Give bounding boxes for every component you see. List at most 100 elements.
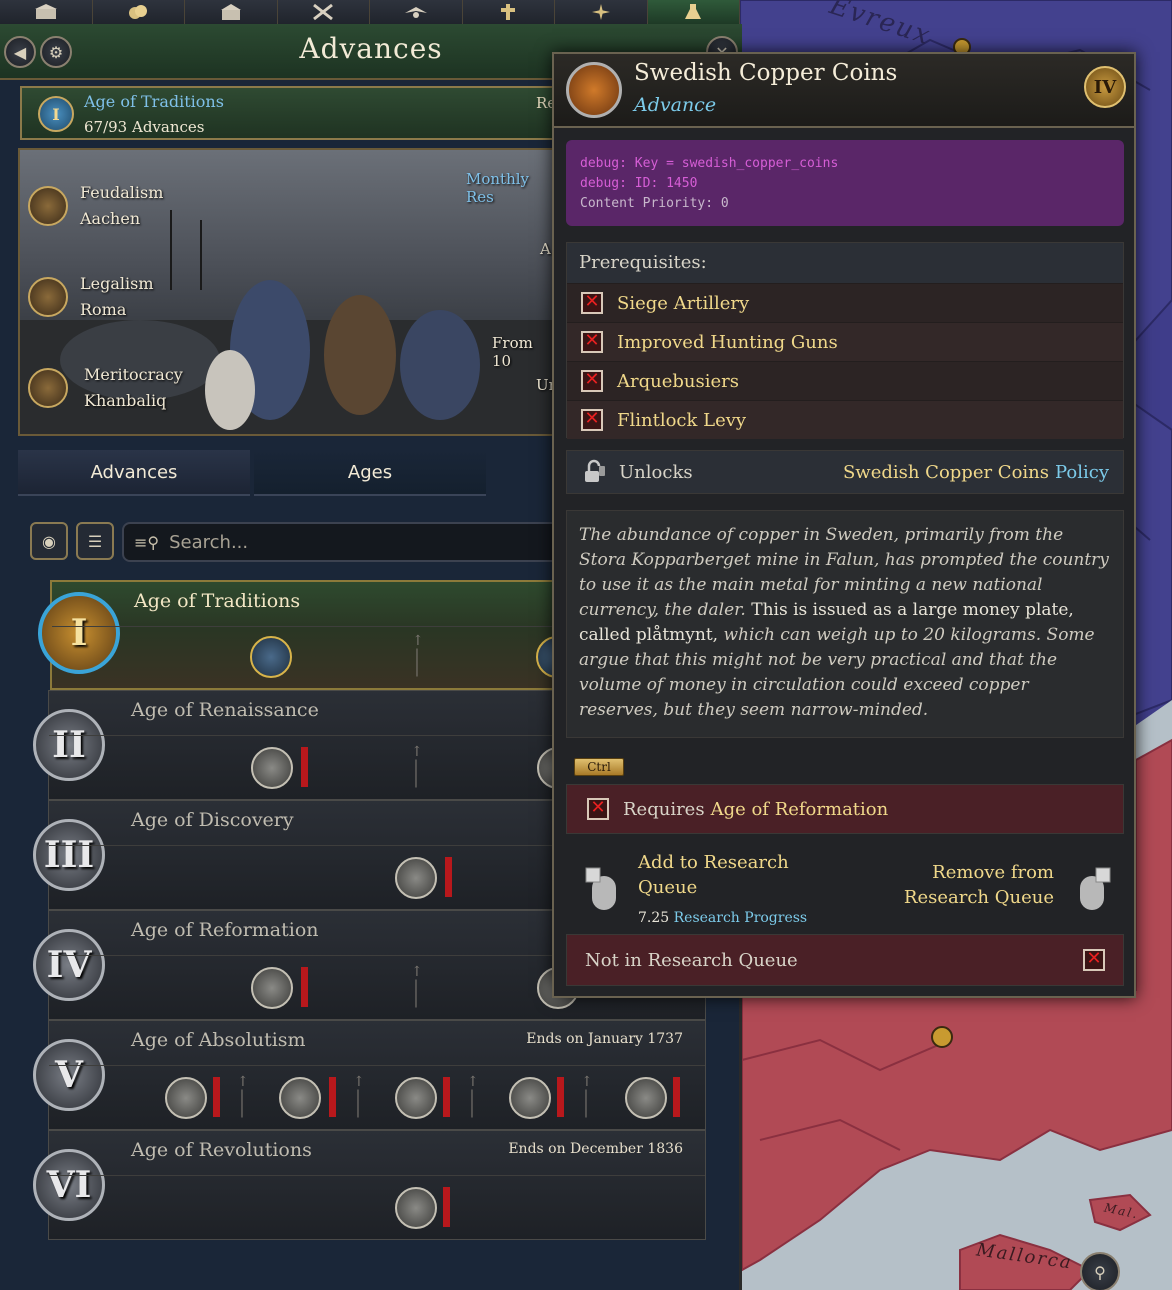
prerequisite-item[interactable]: ✕ Flintlock Levy — [567, 400, 1123, 439]
prerequisite-item[interactable]: ✕ Arquebusiers — [567, 361, 1123, 400]
age-medal-icon: V — [33, 1039, 105, 1111]
queue-actions: Add to Research Queue 7.25 Research Prog… — [566, 844, 1124, 934]
current-age-name: Age of Traditions — [84, 92, 224, 111]
tab-diplomacy[interactable] — [370, 0, 463, 24]
row-divider — [49, 1175, 705, 1176]
top-tab-bar — [0, 0, 740, 24]
advance-description: The abundance of copper in Sweden, prima… — [566, 510, 1124, 738]
advance-icon[interactable] — [395, 857, 437, 899]
age-title: Age of Reformation — [131, 919, 319, 941]
feudalism-icon — [28, 186, 68, 226]
government-reform-feudalism[interactable]: Feudalism Aachen — [28, 180, 163, 232]
tab-ages[interactable]: Ages — [254, 450, 486, 496]
locked-indicator — [301, 967, 308, 1007]
advance-icon[interactable] — [509, 1077, 551, 1119]
tab-government[interactable] — [0, 0, 93, 24]
right-click-mouse-icon — [1080, 867, 1111, 910]
government-reform-legalism[interactable]: Legalism Roma — [28, 271, 154, 323]
unmet-x-icon: ✕ — [587, 798, 609, 820]
age-end-date: Ends on December 1836 — [508, 1141, 683, 1157]
queue-status-row: Not in Research Queue ✕ — [566, 934, 1124, 986]
compass-icon — [591, 4, 610, 20]
locked-indicator — [443, 1077, 450, 1117]
unmet-x-icon: ✕ — [581, 331, 603, 353]
age-row-revolutions[interactable]: VI Age of Revolutions Ends on December 1… — [33, 1130, 706, 1240]
advance-icon[interactable] — [250, 636, 292, 678]
gov-name: Legalism — [80, 274, 154, 293]
advance-icon[interactable] — [395, 1077, 437, 1119]
prerequisite-label: Arquebusiers — [617, 370, 739, 392]
tab-religion[interactable] — [462, 0, 555, 24]
gov-name: Feudalism — [80, 183, 164, 202]
prerequisites-section: Prerequisites: ✕ Siege Artillery ✕ Impro… — [566, 242, 1124, 439]
advance-icon[interactable] — [251, 967, 293, 1009]
list-icon: ☰ — [87, 531, 103, 551]
requires-row: ✕ Requires Age of Reformation — [566, 784, 1124, 834]
advance-icon[interactable] — [279, 1077, 321, 1119]
tab-economy[interactable] — [92, 0, 185, 24]
advance-icon[interactable] — [165, 1077, 207, 1119]
tooltip-subtitle: Advance — [634, 94, 717, 116]
left-click-mouse-icon — [585, 867, 616, 910]
locked-indicator — [445, 857, 452, 897]
prerequisite-item[interactable]: ✕ Siege Artillery — [567, 283, 1123, 322]
gov-capital: Aachen — [80, 209, 141, 228]
gov-capital: Roma — [80, 300, 127, 319]
prerequisite-label: Improved Hunting Guns — [617, 331, 838, 353]
religion-icon — [501, 4, 516, 20]
tab-military[interactable] — [277, 0, 370, 24]
search-field[interactable]: ≡⚲ — [122, 522, 562, 562]
tab-estates[interactable] — [185, 0, 278, 24]
age-row-absolutism[interactable]: V Age of Absolutism Ends on January 1737… — [33, 1020, 706, 1130]
age-title: Age of Revolutions — [131, 1139, 312, 1161]
unlocks-value: Swedish Copper Coins — [842, 461, 1050, 483]
filter-icon: ◉ — [42, 531, 56, 551]
connector-arrow-icon: ↑ | | — [237, 1074, 249, 1118]
age-badge-icon: I — [38, 96, 74, 132]
copper-coins-icon — [566, 62, 622, 118]
connector-arrow-icon: ↑ | | — [411, 744, 423, 788]
unlock-padlock-icon — [585, 459, 605, 482]
description-text: plåtmynt, — [635, 625, 719, 645]
government-building-icon — [34, 4, 57, 19]
tab-advances-list[interactable]: Advances — [18, 450, 250, 496]
remove-from-queue-button[interactable]: Remove from Research Queue — [874, 860, 1054, 910]
debug-key: debug: Key = swedish_copper_coins — [580, 156, 839, 171]
age-medal-icon: II — [33, 709, 105, 781]
advance-icon[interactable] — [625, 1077, 667, 1119]
tooltip-title: Swedish Copper Coins — [634, 60, 898, 86]
unlocks-type: Policy — [1055, 461, 1109, 483]
prerequisite-item[interactable]: ✕ Improved Hunting Guns — [567, 322, 1123, 361]
tab-advances[interactable] — [647, 0, 740, 24]
prerequisite-label: Siege Artillery — [617, 292, 750, 314]
government-reform-meritocracy[interactable]: Meritocracy Khanbaliq — [28, 362, 183, 414]
view-tabs: Advances Ages — [18, 450, 558, 496]
requires-label: Requires — [623, 798, 705, 820]
age-medal-icon: IV — [33, 929, 105, 1001]
queue-status-label: Not in Research Queue — [585, 949, 798, 971]
current-age-summary[interactable]: I Age of Traditions 67/93 Advances Re — [20, 86, 560, 140]
diplomacy-eagle-icon — [404, 7, 427, 18]
unmet-x-icon: ✕ — [581, 409, 603, 431]
add-to-queue-button[interactable]: Add to Research Queue — [638, 850, 818, 900]
advance-icon[interactable] — [395, 1187, 437, 1229]
advances-count: 67/93 Advances — [84, 118, 205, 136]
painting-text-from: From 10 — [492, 334, 533, 370]
advance-icon[interactable] — [251, 747, 293, 789]
search-icon: ≡⚲ — [134, 532, 160, 552]
estate-building-icon — [220, 4, 241, 20]
unmet-x-icon: ✕ — [581, 292, 603, 314]
locked-indicator — [213, 1077, 220, 1117]
tab-exploration[interactable] — [555, 0, 648, 24]
map-marker[interactable] — [931, 1026, 953, 1048]
age-rank-badge: IV — [1084, 66, 1126, 108]
age-title: Age of Discovery — [131, 809, 294, 831]
search-input[interactable] — [169, 531, 550, 553]
map-mode-button[interactable]: ⚲ — [1080, 1252, 1120, 1290]
filter-button[interactable]: ◉ — [30, 522, 68, 560]
unlocks-row[interactable]: Unlocks Swedish Copper Coins Policy — [566, 450, 1124, 494]
requires-value: Age of Reformation — [710, 798, 889, 820]
list-view-button[interactable]: ☰ — [76, 522, 114, 560]
advance-tooltip: Swedish Copper Coins Advance IV debug: K… — [552, 52, 1136, 998]
row-divider — [49, 1065, 705, 1066]
